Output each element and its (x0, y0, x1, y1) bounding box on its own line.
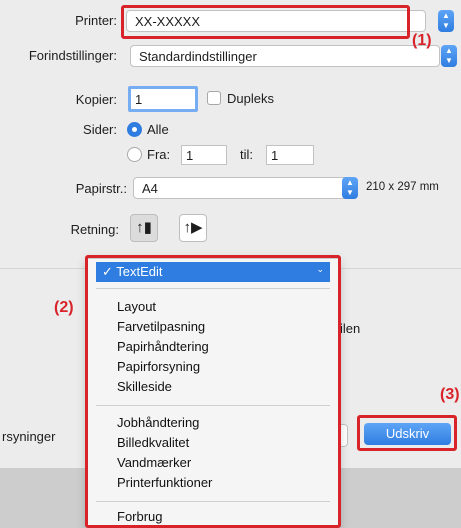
pages-to-label: til: (240, 147, 253, 162)
pages-from-value: 1 (186, 148, 194, 163)
portrait-orientation-icon[interactable]: ↑▮ (130, 214, 158, 242)
paper-dims: 210 x 297 mm (366, 181, 439, 193)
pages-from-input[interactable]: 1 (181, 145, 227, 165)
presets-value: Standardindstillinger (139, 49, 257, 64)
partial-option-text: ilen (340, 321, 361, 336)
presets-stepper-icon[interactable]: ▲ ▼ (441, 45, 457, 67)
callout-box-2 (85, 255, 341, 528)
supplies-partial-text: rsyninger (2, 429, 56, 444)
paper-label: Papirstr.: (75, 181, 127, 196)
callout-label-2: (2) (54, 299, 74, 316)
callout-box-1 (121, 5, 410, 39)
pages-from-radio[interactable] (127, 147, 142, 162)
print-dialog: Printer: XX-XXXXX ▲ ▼ Forindstillinger: S… (0, 0, 461, 268)
presets-select[interactable]: Standardindstillinger (130, 45, 440, 67)
duplex-label: Dupleks (227, 91, 274, 106)
callout-label-3: (3) (440, 386, 460, 403)
paper-select[interactable]: A4 (133, 177, 353, 199)
pages-label: Sider: (83, 122, 117, 137)
pages-all-radio[interactable] (127, 122, 142, 137)
duplex-checkbox[interactable] (207, 91, 221, 105)
pages-all-label: Alle (147, 122, 169, 137)
orientation-label: Retning: (70, 222, 119, 237)
presets-label: Forindstillinger: (28, 48, 117, 63)
callout-label-1: (1) (412, 32, 432, 49)
pages-from-label: Fra: (147, 147, 171, 162)
printer-stepper-icon[interactable]: ▲ ▼ (438, 10, 454, 32)
callout-box-3 (357, 415, 457, 451)
copies-input[interactable]: 1 (128, 86, 198, 112)
copies-label: Kopier: (75, 92, 117, 107)
printer-label: Printer: (75, 13, 117, 28)
copies-value: 1 (135, 92, 143, 107)
paper-stepper-icon[interactable]: ▲ ▼ (342, 177, 358, 199)
paper-value: A4 (142, 181, 158, 196)
pages-to-input[interactable]: 1 (266, 145, 314, 165)
pages-to-value: 1 (271, 148, 279, 163)
landscape-orientation-icon[interactable]: ↑▶ (179, 214, 207, 242)
